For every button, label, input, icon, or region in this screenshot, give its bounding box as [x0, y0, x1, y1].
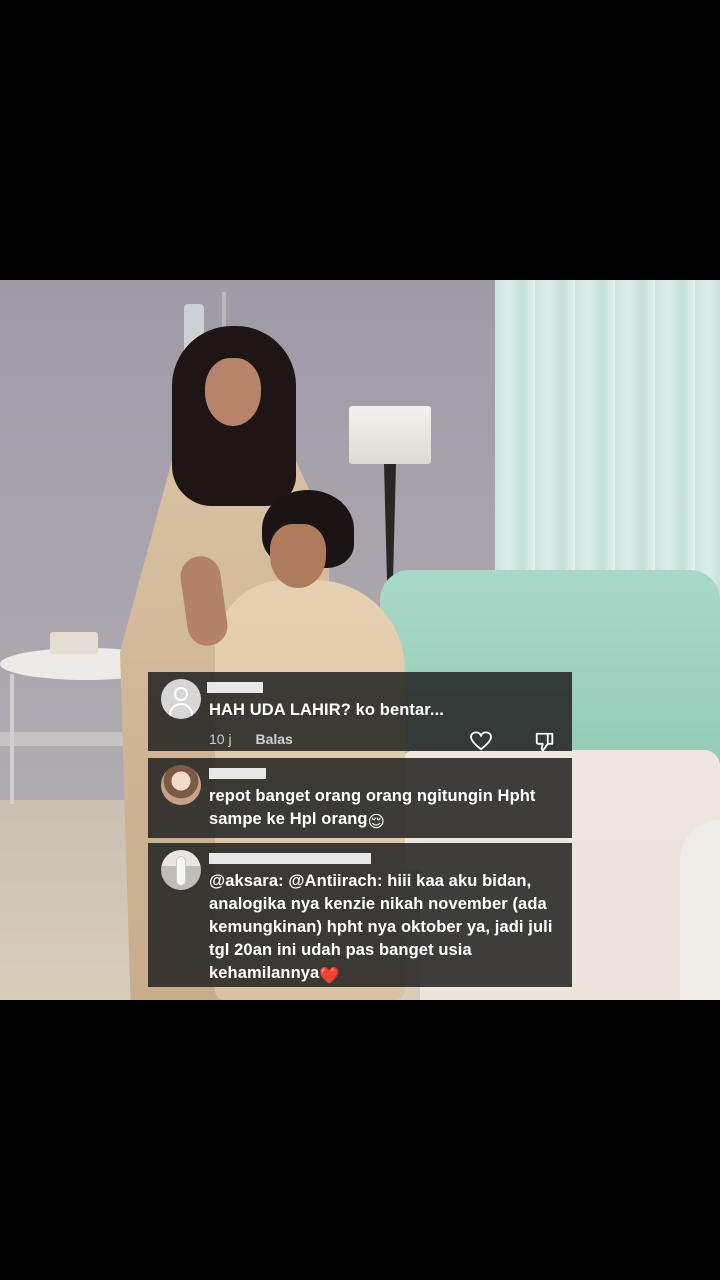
comment-time: 10 j [209, 731, 232, 747]
red-heart-emoji: ❤️ [319, 967, 340, 985]
comment-text: @aksara: @Antiirach: hiii kaa aku bidan,… [209, 870, 560, 988]
man-face [270, 524, 326, 588]
avatar-head [174, 687, 188, 701]
username-redacted [209, 853, 371, 864]
tissue-box [50, 632, 98, 654]
woman-face [205, 358, 261, 426]
comment-line: analogika nya kenzie nikah november (ada [209, 895, 547, 913]
heart-icon[interactable] [470, 731, 492, 751]
comment-meta: 10 j Balas [209, 731, 293, 747]
username-redacted [207, 682, 263, 693]
comment-line: @aksara: @Antiirach: hiii kaa aku bidan, [209, 872, 532, 890]
comment-card: repot banget orang orang ngitungin Hpht … [148, 758, 572, 838]
comment-line-with-emoji: kehamilannya❤️ [209, 962, 560, 988]
avatar-figure [176, 856, 186, 886]
avatar-shoulders [169, 703, 193, 719]
default-avatar-icon[interactable] [161, 679, 201, 719]
comment-line: kemungkinan) hpht nya oktober ya, jadi j… [209, 918, 553, 936]
comment-line: kehamilannya [209, 964, 320, 982]
comment-card: @aksara: @Antiirach: hiii kaa aku bidan,… [148, 843, 572, 987]
comment-card: HAH UDA LAHIR? ko bentar... 10 j Balas [148, 672, 572, 753]
user-avatar[interactable] [161, 850, 201, 890]
comment-line-with-emoji: sampe ke Hpl orang😌 [209, 808, 560, 834]
comment-line: sampe ke Hpl orang [209, 810, 368, 828]
reply-button[interactable]: Balas [255, 731, 292, 747]
comment-line: tgl 20an ini udah pas banget usia [209, 941, 472, 959]
username-redacted [209, 768, 266, 779]
comment-text: HAH UDA LAHIR? ko bentar... [209, 701, 444, 719]
armchair [680, 820, 720, 1000]
comment-text: repot banget orang orang ngitungin Hpht … [209, 785, 560, 834]
lamp-shade [349, 406, 431, 464]
relieved-emoji: 😌 [367, 813, 385, 831]
user-avatar[interactable] [161, 765, 201, 805]
thumbs-down-icon[interactable] [534, 731, 556, 753]
comment-line: repot banget orang orang ngitungin Hpht [209, 787, 536, 805]
